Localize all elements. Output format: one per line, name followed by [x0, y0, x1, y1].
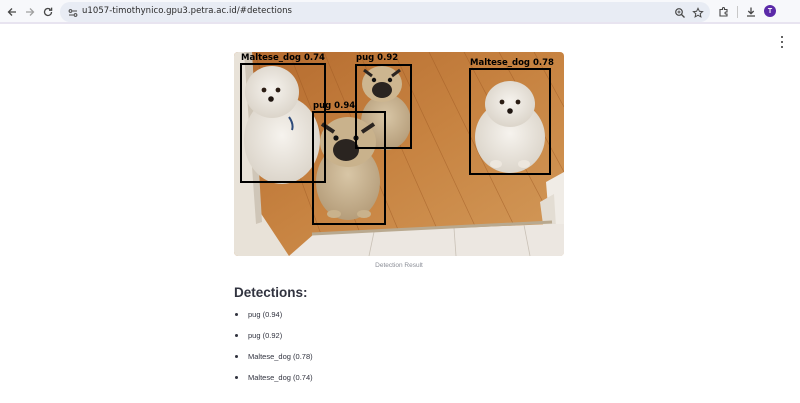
list-item: Maltese_dog (0.78): [234, 351, 313, 372]
site-info-icon[interactable]: [67, 6, 79, 18]
bbox-label: pug 0.92: [356, 53, 398, 63]
detections-list: pug (0.94) pug (0.92) Maltese_dog (0.78)…: [234, 309, 313, 393]
avatar[interactable]: T: [764, 5, 776, 17]
more-menu-icon[interactable]: [777, 36, 787, 48]
list-item: pug (0.94): [234, 309, 313, 330]
address-bar[interactable]: u1057-timothynico.gpu3.petra.ac.id/#dete…: [60, 2, 710, 22]
back-icon[interactable]: [3, 3, 21, 21]
toolbar-separator: [737, 6, 738, 18]
image-caption: Detection Result: [375, 262, 423, 269]
list-item: pug (0.92): [234, 330, 313, 351]
reload-icon[interactable]: [39, 3, 57, 21]
download-icon[interactable]: [742, 3, 760, 21]
forward-icon[interactable]: [21, 3, 39, 21]
bbox-label: pug 0.94: [313, 101, 355, 111]
bookmark-star-icon[interactable]: [692, 6, 704, 18]
url-text[interactable]: u1057-timothynico.gpu3.petra.ac.id/#dete…: [82, 6, 292, 16]
extensions-icon[interactable]: [715, 3, 733, 21]
browser-toolbar: u1057-timothynico.gpu3.petra.ac.id/#dete…: [0, 0, 800, 24]
detections-heading: Detections:: [234, 285, 308, 300]
detection-result-image: Maltese_dog 0.74 pug 0.92 pug 0.94 Malte…: [234, 52, 564, 256]
zoom-icon[interactable]: [674, 6, 686, 18]
list-item: Maltese_dog (0.74): [234, 372, 313, 393]
bbox-label: Maltese_dog 0.74: [241, 53, 325, 63]
bbox-label: Maltese_dog 0.78: [470, 58, 554, 68]
